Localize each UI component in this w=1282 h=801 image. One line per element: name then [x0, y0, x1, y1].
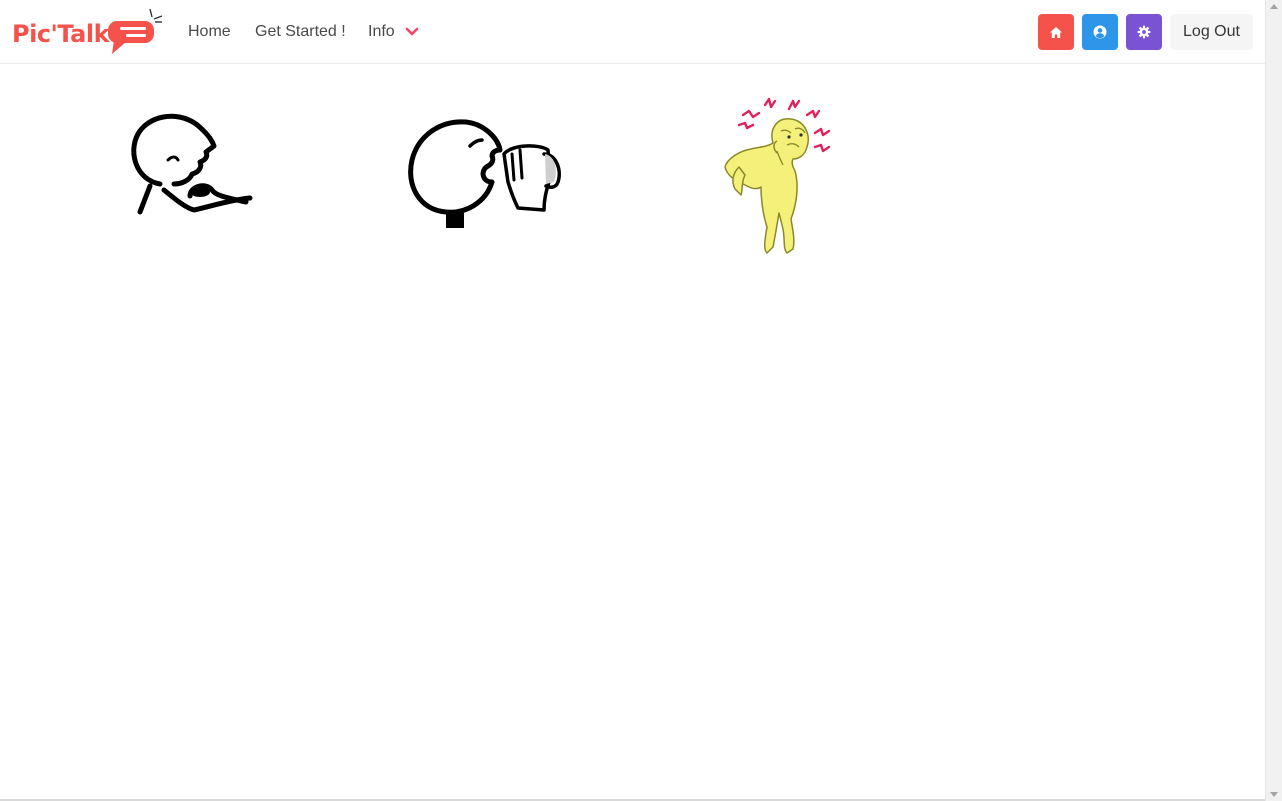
pictogram-eat[interactable] — [120, 100, 260, 240]
nav-info-dropdown[interactable]: Info — [368, 22, 395, 42]
person-in-pain-icon — [724, 97, 831, 254]
nav-home-link[interactable]: Home — [188, 22, 231, 42]
person-eating-icon — [131, 113, 253, 215]
logout-button[interactable]: Log Out — [1170, 14, 1253, 50]
brand-name: Pic'Talk — [12, 20, 110, 48]
scroll-down-icon[interactable] — [1270, 792, 1278, 797]
speech-bubble-icon — [108, 8, 163, 54]
navbar: Pic'Talk Home Get Started ! Info Log Out — [0, 0, 1265, 64]
home-button[interactable] — [1038, 14, 1074, 50]
brand-logo[interactable]: Pic'Talk — [10, 8, 166, 58]
person-drinking-icon — [408, 119, 561, 228]
user-circle-icon — [1093, 25, 1107, 39]
settings-button[interactable] — [1126, 14, 1162, 50]
chevron-down-icon[interactable] — [405, 27, 419, 37]
vertical-scrollbar[interactable] — [1265, 0, 1282, 801]
gear-icon — [1137, 25, 1151, 39]
home-icon — [1050, 26, 1062, 38]
pictogram-drink[interactable] — [400, 110, 570, 235]
pictogram-pain[interactable] — [715, 95, 835, 260]
profile-button[interactable] — [1082, 14, 1118, 50]
nav-get-started-link[interactable]: Get Started ! — [255, 22, 346, 42]
scroll-up-icon[interactable] — [1270, 4, 1278, 9]
page: Pic'Talk Home Get Started ! Info Log Out — [0, 0, 1265, 801]
